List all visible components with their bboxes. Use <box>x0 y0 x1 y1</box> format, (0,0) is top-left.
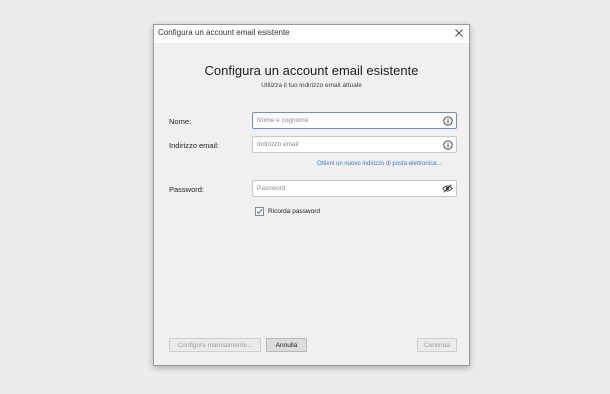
remember-password-checkbox[interactable] <box>255 206 264 216</box>
email-label: Indirizzo email: <box>169 141 220 150</box>
name-label: Nome: <box>169 117 192 126</box>
email-field[interactable] <box>252 136 457 153</box>
close-icon[interactable] <box>452 26 466 40</box>
account-setup-dialog: Configura un account email esistente Con… <box>153 24 470 366</box>
cancel-button[interactable]: Annulla <box>266 338 307 352</box>
info-icon[interactable] <box>442 115 453 126</box>
password-input[interactable] <box>253 181 433 196</box>
email-input[interactable] <box>253 137 433 152</box>
dialog-subheading: Utilizza il tuo indirizzo email attuale <box>261 82 362 89</box>
info-icon[interactable] <box>442 139 453 150</box>
dialog-heading: Configura un account email esistente <box>204 63 419 78</box>
password-field[interactable] <box>252 180 457 197</box>
password-label: Password: <box>169 185 205 194</box>
manual-config-button[interactable]: Configura manualmente... <box>169 338 261 352</box>
new-address-link[interactable]: Ottieni un nuovo indirizzo di posta elet… <box>317 161 441 167</box>
remember-password-label: Ricorda password <box>268 207 321 215</box>
window-title: Configura un account email esistente <box>158 28 290 37</box>
name-input[interactable] <box>253 113 433 128</box>
title-bar: Configura un account email esistente <box>154 25 469 43</box>
name-field[interactable] <box>252 112 457 129</box>
eye-slash-icon[interactable] <box>442 183 453 194</box>
remember-password-row: Ricorda password <box>255 206 320 216</box>
continue-button[interactable]: Continua <box>417 338 457 352</box>
